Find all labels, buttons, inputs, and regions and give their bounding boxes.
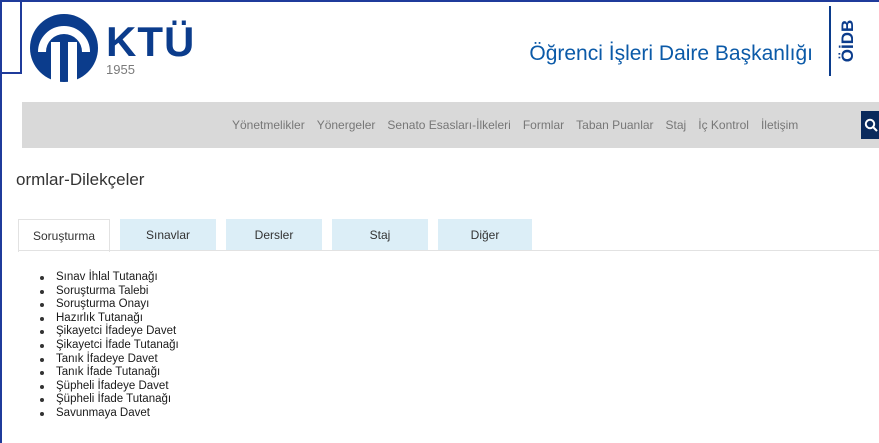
tab-sinavlar[interactable]: Sınavlar	[120, 219, 216, 251]
list-item[interactable]: Şikayetci İfadeye Davet	[38, 325, 179, 339]
nav-item-taban-puanlar[interactable]: Taban Puanlar	[576, 118, 653, 132]
nav-item-yonetmelikler[interactable]: Yönetmelikler	[232, 118, 305, 132]
search-button[interactable]	[861, 111, 879, 139]
frame-left-border	[0, 0, 2, 443]
list-item[interactable]: Tanık İfadeye Davet	[38, 353, 179, 367]
logo-text[interactable]: KTÜ	[106, 18, 195, 66]
site-header: KTÜ 1955 Öğrenci İşleri Daire Başkanlığı…	[22, 2, 879, 100]
page-title: ormlar-Dilekçeler	[16, 170, 145, 189]
form-list: Sınav İhlal Tutanağı Soruşturma Talebi S…	[38, 271, 179, 421]
nav-item-iletisim[interactable]: İletişim	[761, 118, 798, 132]
nav-item-yonergeler[interactable]: Yönergeler	[317, 118, 376, 132]
tab-sorusturma[interactable]: Soruşturma	[18, 219, 110, 252]
nav-item-staj[interactable]: Staj	[666, 118, 687, 132]
list-item[interactable]: Tanık İfade Tutanağı	[38, 366, 179, 380]
list-item[interactable]: Şüpheli İfade Tutanağı	[38, 393, 179, 407]
tab-bar: Soruşturma Sınavlar Dersler Staj Diğer	[18, 219, 542, 252]
main-navbar: Yönetmelikler Yönergeler Senato Esasları…	[22, 102, 879, 148]
unit-title[interactable]: Öğrenci İşleri Daire Başkanlığı	[529, 42, 813, 66]
list-item[interactable]: Savunmaya Davet	[38, 407, 179, 421]
tab-staj[interactable]: Staj	[332, 219, 428, 251]
unit-abbreviation: ÖİDB	[833, 6, 863, 76]
unit-separator	[829, 6, 831, 76]
search-icon	[864, 118, 878, 132]
nav-item-formlar[interactable]: Formlar	[523, 118, 564, 132]
ktu-logo-icon[interactable]	[28, 12, 100, 88]
frame-corner-bottom	[0, 72, 21, 74]
nav-item-ic-kontrol[interactable]: İç Kontrol	[698, 118, 749, 132]
list-item[interactable]: Soruşturma Onayı	[38, 298, 179, 312]
tab-diger[interactable]: Diğer	[438, 219, 532, 251]
list-item[interactable]: Soruşturma Talebi	[38, 285, 179, 299]
logo-year: 1955	[106, 62, 135, 77]
unit-abbreviation-text: ÖİDB	[838, 19, 857, 63]
list-item[interactable]: Şüpheli İfadeye Davet	[38, 380, 179, 394]
list-item[interactable]: Sınav İhlal Tutanağı	[38, 271, 179, 285]
tab-divider	[18, 250, 879, 251]
nav-list: Yönetmelikler Yönergeler Senato Esasları…	[232, 102, 810, 148]
list-item[interactable]: Hazırlık Tutanağı	[38, 312, 179, 326]
tab-dersler[interactable]: Dersler	[226, 219, 322, 251]
nav-item-senato-esaslari[interactable]: Senato Esasları-İlkeleri	[387, 118, 510, 132]
list-item[interactable]: Şikayetci İfade Tutanağı	[38, 339, 179, 353]
